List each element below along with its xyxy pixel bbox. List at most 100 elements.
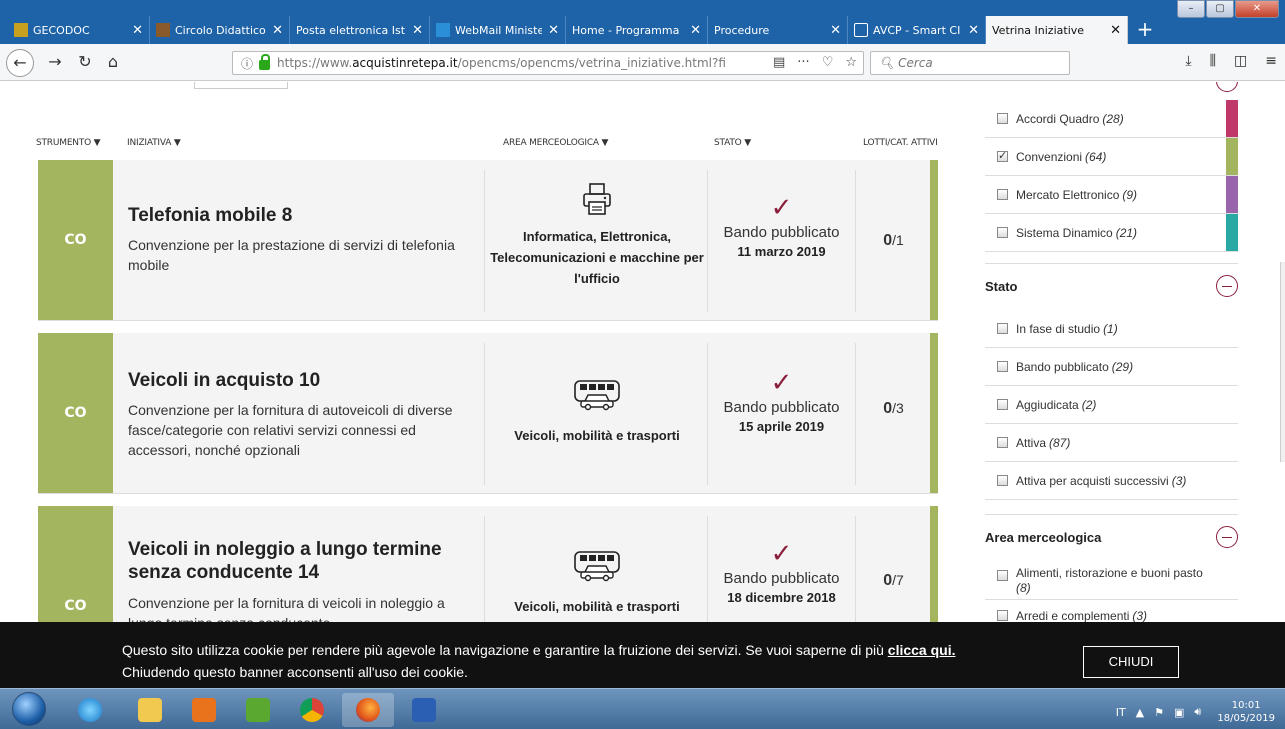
- pocket-icon[interactable]: ♡: [822, 55, 834, 70]
- checkbox[interactable]: [997, 361, 1008, 372]
- checkbox[interactable]: [997, 113, 1008, 124]
- tab-vetrina-iniziative[interactable]: Vetrina Iniziative ✕: [986, 16, 1128, 44]
- checkbox-checked[interactable]: [997, 149, 1008, 162]
- close-tab-icon[interactable]: ✕: [412, 23, 423, 38]
- scrollbar[interactable]: [1280, 262, 1285, 462]
- internet-explorer-icon: [78, 698, 102, 722]
- filter-convenzioni[interactable]: Convenzioni(64): [985, 138, 1238, 176]
- close-window-button[interactable]: ✕: [1235, 0, 1279, 18]
- header-iniziativa[interactable]: INIZIATIVA ▼: [127, 138, 181, 148]
- close-tab-icon[interactable]: ✕: [132, 23, 143, 38]
- checkbox[interactable]: [997, 399, 1008, 410]
- minimize-button[interactable]: –: [1177, 0, 1205, 18]
- initiative-description: Convenzione per la fornitura di autoveic…: [128, 402, 453, 458]
- close-cookie-button[interactable]: CHIUDI: [1083, 646, 1179, 678]
- checkbox[interactable]: [997, 610, 1008, 621]
- header-stato[interactable]: STATO ▼: [714, 138, 751, 148]
- checkbox[interactable]: [997, 570, 1008, 581]
- action-center-flag-icon[interactable]: ⚑: [1154, 706, 1164, 719]
- strumento-tag: CO: [38, 333, 113, 493]
- new-tab-button[interactable]: +: [1132, 18, 1158, 42]
- taskbar-chrome[interactable]: [286, 693, 338, 727]
- stato-label: Bando pubblicato: [723, 399, 840, 416]
- initiative-row[interactable]: CO Veicoli in noleggio a lungo termine s…: [38, 506, 938, 622]
- close-tab-icon[interactable]: ✕: [548, 23, 559, 38]
- filter-aggiudicata[interactable]: Aggiudicata (2): [985, 386, 1238, 424]
- filter-attiva-acquisti-successivi[interactable]: Attiva per acquisti successivi (3): [985, 462, 1238, 500]
- taskbar-media-player[interactable]: [178, 693, 230, 727]
- lotti-count: 0/3: [883, 400, 904, 417]
- collapse-icon[interactable]: [1216, 275, 1238, 297]
- home-button[interactable]: ⌂: [102, 52, 124, 74]
- taskbar-word[interactable]: [398, 693, 450, 727]
- close-tab-icon[interactable]: ✕: [830, 23, 841, 38]
- close-tab-icon[interactable]: ✕: [272, 23, 283, 38]
- header-strumento[interactable]: STRUMENTO ▼: [36, 138, 101, 148]
- download-icon[interactable]: ⤓: [1185, 53, 1191, 69]
- filter-mercato-elettronico[interactable]: Mercato Elettronico (9): [985, 176, 1238, 214]
- tab-posta[interactable]: Posta elettronica Istr ✕: [290, 16, 430, 44]
- bookmark-star-icon[interactable]: ☆: [845, 55, 857, 70]
- stato-cell: ✓ Bando pubblicato 11 marzo 2019: [708, 192, 855, 259]
- sidebar-icon[interactable]: ◫: [1234, 53, 1247, 69]
- checkbox[interactable]: [997, 189, 1008, 200]
- checkbox[interactable]: [997, 437, 1008, 448]
- reload-button[interactable]: ↻: [74, 52, 96, 74]
- show-hidden-icons-icon[interactable]: ▲: [1136, 706, 1144, 719]
- initiative-title[interactable]: Telefonia mobile 8: [128, 204, 468, 227]
- close-tab-icon[interactable]: ✕: [968, 23, 979, 38]
- collapse-icon[interactable]: [1216, 82, 1238, 92]
- maximize-button[interactable]: ▢: [1206, 0, 1234, 18]
- row-color-bar: [930, 160, 938, 320]
- volume-icon[interactable]: 🔊︎: [1194, 705, 1201, 719]
- language-indicator[interactable]: IT: [1116, 706, 1126, 719]
- library-icon[interactable]: ⫼: [1210, 53, 1216, 69]
- back-button[interactable]: ←: [6, 49, 34, 77]
- checkbox[interactable]: [997, 227, 1008, 238]
- start-button[interactable]: [12, 692, 46, 726]
- filter-attiva[interactable]: Attiva (87): [985, 424, 1238, 462]
- filter-alimenti[interactable]: Alimenti, ristorazione e buoni pasto (8): [985, 560, 1238, 600]
- menu-icon[interactable]: ≡: [1265, 53, 1277, 69]
- page-content: STRUMENTO ▼ INIZIATIVA ▼ AREA MERCEOLOGI…: [0, 82, 1285, 622]
- filter-arredi[interactable]: Arredi e complementi (3): [985, 600, 1238, 622]
- checkbox[interactable]: [997, 475, 1008, 486]
- initiative-title[interactable]: Veicoli in noleggio a lungo termine senz…: [128, 538, 458, 584]
- initiative-row[interactable]: CO Veicoli in acquisto 10 Convenzione pe…: [38, 333, 938, 494]
- close-tab-icon[interactable]: ✕: [1110, 23, 1121, 38]
- tab-gecodoc[interactable]: GECODOC ✕: [8, 16, 150, 44]
- taskbar-firefox[interactable]: [342, 693, 394, 727]
- lock-icon: [259, 53, 271, 70]
- filter-section-stato[interactable]: Stato: [985, 263, 1238, 308]
- tab-circolo[interactable]: Circolo Didattico ✕: [150, 16, 290, 44]
- clock[interactable]: 10:01 18/05/2019: [1217, 699, 1275, 725]
- tab-home-programma[interactable]: Home - Programma ✕: [566, 16, 708, 44]
- forward-button[interactable]: →: [44, 52, 66, 74]
- filter-section-area-merceologica[interactable]: Area merceologica: [985, 514, 1238, 559]
- filter-accordi-quadro[interactable]: Accordi Quadro (28): [985, 100, 1238, 138]
- filter-sistema-dinamico[interactable]: Sistema Dinamico (21): [985, 214, 1238, 252]
- close-tab-icon[interactable]: ✕: [690, 23, 701, 38]
- header-area-merceologica[interactable]: AREA MERCEOLOGICA ▼: [503, 138, 608, 148]
- filter-in-fase-di-studio[interactable]: In fase di studio (1): [985, 310, 1238, 348]
- cookie-banner: Questo sito utilizza cookie per rendere …: [0, 622, 1285, 688]
- initiative-row[interactable]: CO Telefonia mobile 8 Convenzione per la…: [38, 160, 938, 321]
- tab-procedure[interactable]: Procedure ✕: [708, 16, 848, 44]
- filter-bando-pubblicato[interactable]: Bando pubblicato (29): [985, 348, 1238, 386]
- more-actions-icon[interactable]: ···: [797, 55, 809, 70]
- taskbar-internet-explorer[interactable]: [64, 693, 116, 727]
- collapse-icon[interactable]: [1216, 526, 1238, 548]
- network-icon[interactable]: ▣: [1174, 706, 1184, 719]
- tab-webmail[interactable]: WebMail Minister ✕: [430, 16, 566, 44]
- taskbar-app-green[interactable]: [232, 693, 284, 727]
- info-icon[interactable]: ⓘ: [241, 55, 253, 72]
- search-input[interactable]: 🔍︎ Cerca: [870, 51, 1070, 75]
- initiative-title[interactable]: Veicoli in acquisto 10: [128, 369, 468, 392]
- cookie-policy-link[interactable]: clicca qui.: [888, 642, 956, 658]
- checkbox[interactable]: [997, 323, 1008, 334]
- taskbar-file-explorer[interactable]: [124, 693, 176, 727]
- url-bar[interactable]: ⓘ https://www.acquistinretepa.it/opencms…: [232, 51, 864, 75]
- url-text[interactable]: https://www.acquistinretepa.it/opencms/o…: [277, 56, 727, 70]
- tab-avcp[interactable]: AVCP - Smart CI ✕: [848, 16, 986, 44]
- reader-view-icon[interactable]: ▤: [773, 55, 785, 70]
